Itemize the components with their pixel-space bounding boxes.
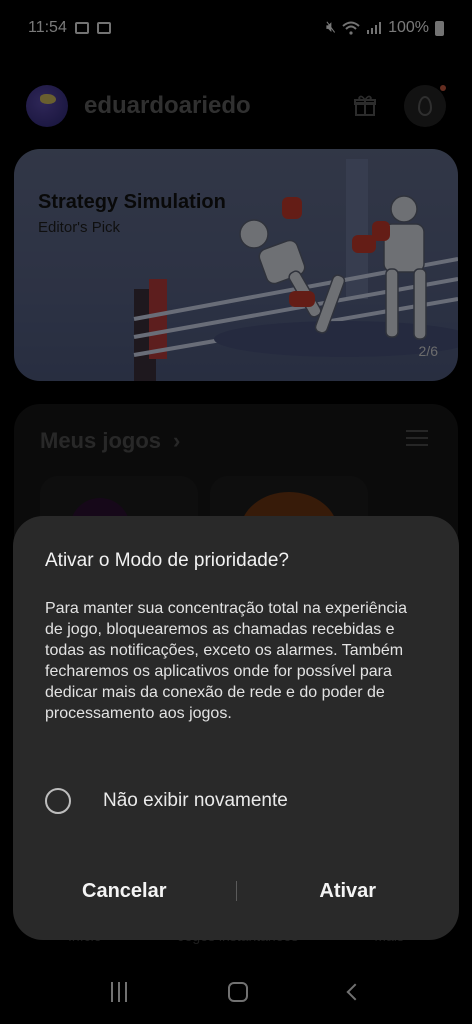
profile-button[interactable] <box>404 85 446 127</box>
priority-mode-dialog: Ativar o Modo de prioridade? Para manter… <box>13 516 459 940</box>
dialog-actions: Cancelar Ativar <box>13 872 459 910</box>
system-navigation-bar <box>0 960 472 1024</box>
signal-icon <box>367 22 382 34</box>
wifi-icon <box>342 21 360 35</box>
header: eduardoariedo <box>26 82 446 130</box>
home-icon[interactable] <box>227 982 248 1002</box>
banner-artwork <box>133 159 458 381</box>
back-icon[interactable] <box>346 983 364 1001</box>
my-games-title: Meus jogos <box>40 428 162 453</box>
calendar-icon <box>96 22 111 34</box>
dont-show-again-checkbox[interactable] <box>45 788 71 814</box>
activate-button[interactable]: Ativar <box>237 880 460 903</box>
gift-icon[interactable] <box>352 93 378 119</box>
status-time: 11:54 <box>28 19 67 36</box>
avatar[interactable] <box>26 85 68 127</box>
banner-pager: 2/6 <box>418 343 438 359</box>
banner-subtitle: Editor's Pick <box>38 219 121 236</box>
status-bar: 11:54 🔇︎ 100% <box>0 0 472 56</box>
dont-show-again-label: Não exibir novamente <box>103 790 288 811</box>
cancel-button[interactable]: Cancelar <box>13 880 236 903</box>
battery-level: 100% <box>388 19 429 36</box>
featured-banner[interactable]: Strategy Simulation Editor's Pick 2/6 <box>14 149 458 381</box>
dialog-message: Para manter sua concentração total na ex… <box>45 600 407 722</box>
my-games-header[interactable]: Meus jogos › <box>40 428 180 454</box>
chevron-right-icon: › <box>173 428 181 453</box>
notification-dot <box>440 85 446 91</box>
dont-show-again-option[interactable]: Não exibir novamente <box>45 788 288 814</box>
username: eduardoariedo <box>84 92 251 119</box>
banner-title: Strategy Simulation <box>38 191 226 213</box>
mute-icon: 🔇︎ <box>325 19 337 36</box>
recents-icon[interactable] <box>110 982 127 1002</box>
battery-icon <box>435 20 444 36</box>
dialog-title: Ativar o Modo de prioridade? <box>45 550 289 571</box>
gallery-icon <box>74 22 89 34</box>
egg-icon <box>418 96 432 116</box>
list-view-icon[interactable] <box>406 430 428 450</box>
